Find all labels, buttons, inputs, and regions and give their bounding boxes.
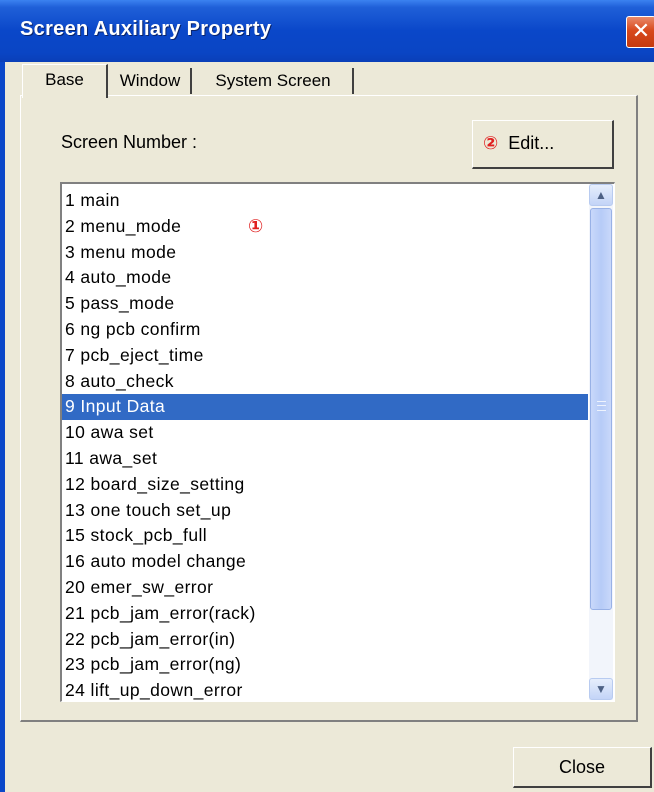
close-button[interactable]: Close	[513, 747, 652, 788]
tab-system-screen[interactable]: System Screen	[194, 68, 354, 94]
chevron-up-icon[interactable]: ▲	[589, 184, 613, 206]
list-item[interactable]: 13 one touch set_up	[62, 498, 588, 524]
list-item[interactable]: 21 pcb_jam_error(rack)	[62, 601, 588, 627]
list-item[interactable]: 7 pcb_eject_time	[62, 343, 588, 369]
list-item[interactable]: 2 menu_mode	[62, 214, 588, 240]
list-item[interactable]: 5 pass_mode	[62, 291, 588, 317]
scrollbar-thumb[interactable]	[590, 208, 612, 610]
edit-button[interactable]: ② Edit...	[472, 120, 614, 169]
list-item[interactable]: 10 awa set	[62, 420, 588, 446]
list-item[interactable]: 9 Input Data	[62, 394, 588, 421]
window-frame	[0, 62, 5, 792]
annotation-marker-2: ②	[483, 133, 499, 153]
list-item[interactable]: 8 auto_check	[62, 369, 588, 395]
window-title: Screen Auxiliary Property	[20, 18, 272, 40]
list-item[interactable]: 23 pcb_jam_error(ng)	[62, 652, 588, 678]
list-item[interactable]: 24 lift_up_down_error	[62, 678, 588, 701]
list-item[interactable]: 6 ng pcb confirm	[62, 317, 588, 343]
list-item[interactable]: 15 stock_pcb_full	[62, 523, 588, 549]
vertical-scrollbar[interactable]: ▲ ▼	[589, 184, 613, 700]
screen-number-label: Screen Number :	[61, 132, 198, 152]
chevron-down-icon[interactable]: ▼	[589, 678, 613, 700]
list-item[interactable]: 12 board_size_setting	[62, 472, 588, 498]
title-bar: Screen Auxiliary Property ✕	[0, 0, 654, 62]
annotation-marker-1: ①	[248, 216, 264, 236]
screen-list-items: 1 main 2 menu_mode 3 menu mode 4 auto_mode 5…	[62, 188, 588, 701]
tab-base[interactable]: Base	[22, 64, 108, 98]
close-icon[interactable]: ✕	[626, 16, 654, 48]
list-item[interactable]: 16 auto model change	[62, 549, 588, 575]
screen-list[interactable]: 1 main 2 menu_mode 3 menu mode 4 auto_mode 5…	[60, 182, 615, 702]
tab-window[interactable]: Window	[110, 68, 192, 94]
list-item[interactable]: 3 menu mode	[62, 240, 588, 266]
list-item[interactable]: 11 awa_set	[62, 446, 588, 472]
list-item[interactable]: 4 auto_mode	[62, 265, 588, 291]
list-item[interactable]: 1 main	[62, 188, 588, 214]
edit-button-label: Edit...	[508, 133, 555, 153]
list-item[interactable]: 22 pcb_jam_error(in)	[62, 627, 588, 653]
grip-icon	[597, 401, 606, 411]
list-item[interactable]: 20 emer_sw_error	[62, 575, 588, 601]
